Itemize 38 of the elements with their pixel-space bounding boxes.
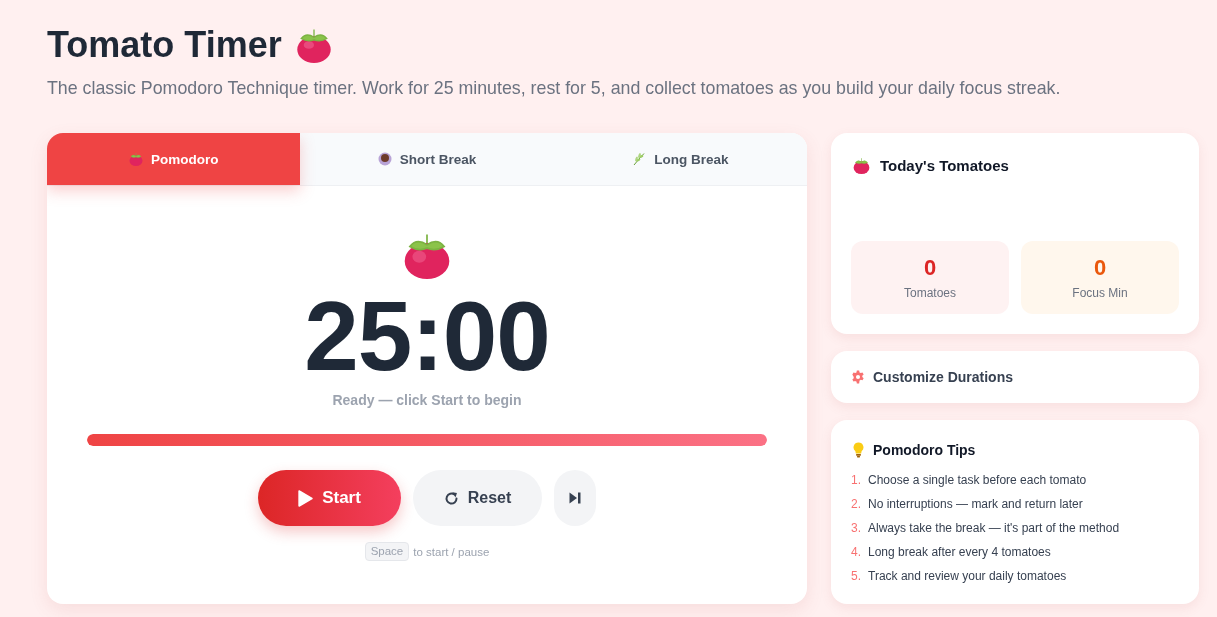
card-title: Pomodoro Tips xyxy=(873,442,976,458)
skip-button[interactable] xyxy=(554,470,596,526)
tip-text: Long break after every 4 tomatoes xyxy=(868,544,1051,561)
list-number: 5. xyxy=(851,568,859,585)
tip-text: Always take the break — it's part of the method xyxy=(868,520,1120,537)
page-title: Tomato Timer xyxy=(47,24,282,66)
list-number: 4. xyxy=(851,544,859,561)
tip-text: Track and review your daily tomatoes xyxy=(868,568,1067,585)
cup-icon xyxy=(377,152,392,166)
settings-icon xyxy=(851,370,865,384)
skip-icon xyxy=(569,492,581,504)
tomato-icon xyxy=(853,156,870,174)
reset-icon xyxy=(443,489,459,507)
list-number: 2. xyxy=(851,496,859,513)
reset-button[interactable]: Reset xyxy=(413,470,542,526)
timer-status: Ready — click Start to begin xyxy=(332,391,522,410)
page-subtitle: The classic Pomodoro Technique timer. Work for 25 minutes, rest for 5, and collect tomatoes as you build your daily focus streak. xyxy=(47,77,1062,100)
tomato-icon xyxy=(403,231,451,279)
tomato-icon xyxy=(128,152,143,166)
customize-durations-button[interactable]: Customize Durations xyxy=(831,351,1199,403)
start-button[interactable]: Start xyxy=(258,470,401,526)
list-number: 3. xyxy=(851,520,859,537)
mode-tab[interactable]: Pomodoro xyxy=(47,133,301,185)
keyboard-key: Space xyxy=(364,542,410,561)
tomato-icon xyxy=(295,27,332,63)
card-title: Today's Tomatoes xyxy=(880,156,1009,174)
stat-value: 0 xyxy=(923,254,937,281)
lightbulb-icon xyxy=(853,442,864,458)
list-number: 1. xyxy=(851,472,859,489)
timer-display: 25:00 xyxy=(304,287,550,385)
stat-label: Tomatoes xyxy=(904,284,956,301)
stat-label: Focus Min xyxy=(1072,284,1128,301)
leaf-icon xyxy=(632,152,647,166)
shortcut-hint: to start / pause xyxy=(413,544,490,560)
play-icon xyxy=(298,489,314,507)
tip-text: Choose a single task before each tomato xyxy=(868,472,1087,489)
stat-value: 0 xyxy=(1093,254,1107,281)
tip-text: No interruptions — mark and return later xyxy=(868,496,1083,513)
